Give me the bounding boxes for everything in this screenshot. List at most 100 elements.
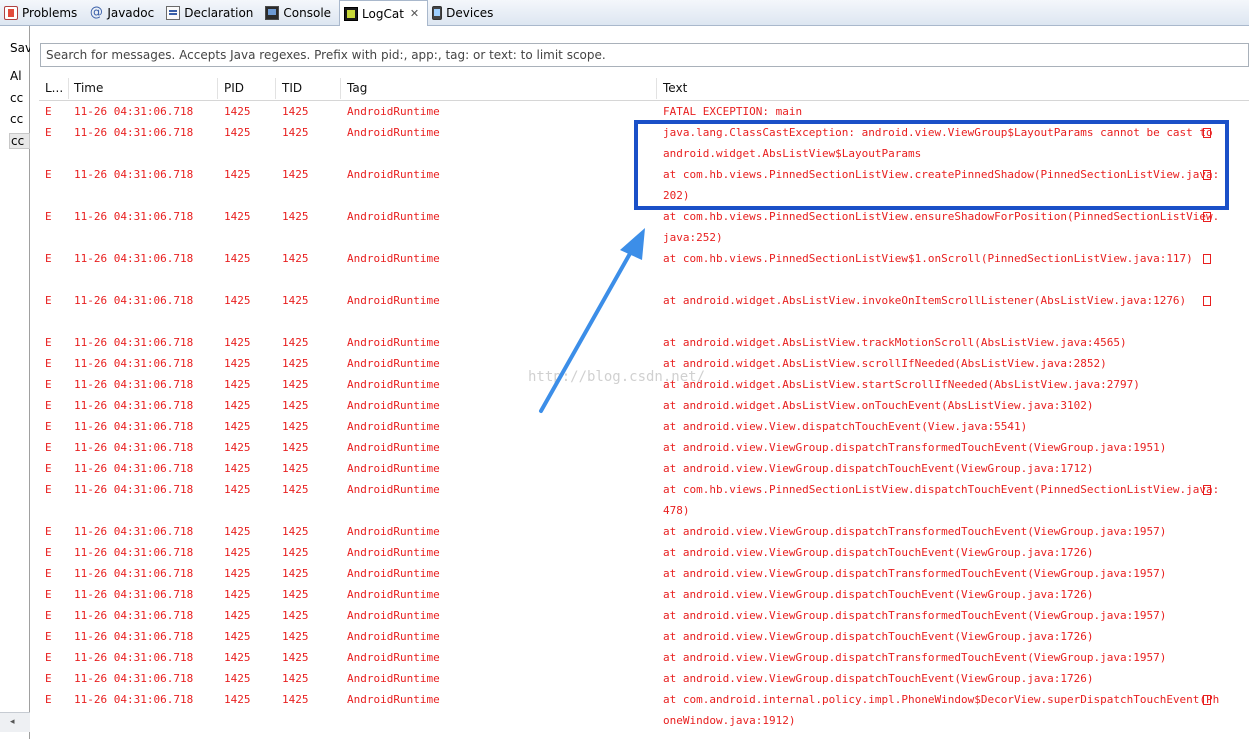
tab-console[interactable]: Console xyxy=(261,0,339,25)
tab-logcat[interactable]: LogCat ✕ xyxy=(339,0,429,26)
log-text: at com.hb.views.PinnedSectionListView.di… xyxy=(663,483,1220,517)
log-text: at android.view.ViewGroup.dispatchTransf… xyxy=(663,567,1167,580)
table-header: L... Time PID TID Tag Text xyxy=(39,78,1249,101)
column-header-pid[interactable]: PID xyxy=(218,78,276,99)
column-header-tag[interactable]: Tag xyxy=(341,78,657,99)
log-tid: 1425 xyxy=(282,399,309,412)
filter-item[interactable]: cc xyxy=(10,91,30,105)
table-row[interactable]: E 11-26 04:31:06.718 1425 1425 AndroidRuntim… xyxy=(39,689,1249,731)
log-tag: AndroidRuntime xyxy=(347,525,440,538)
table-row[interactable]: E 11-26 04:31:06.718 1425 1425 AndroidRuntim… xyxy=(39,374,1249,395)
line-wrap-icon xyxy=(1203,248,1211,264)
log-tid: 1425 xyxy=(282,420,309,433)
table-row[interactable]: E 11-26 04:31:06.718 1425 1425 AndroidRuntim… xyxy=(39,395,1249,416)
table-row[interactable]: E 11-26 04:31:06.718 1425 1425 AndroidRuntim… xyxy=(39,542,1249,563)
close-icon[interactable]: ✕ xyxy=(410,7,419,20)
tab-devices[interactable]: Devices xyxy=(428,0,501,25)
filter-item-all[interactable]: Al xyxy=(10,69,30,83)
log-tid: 1425 xyxy=(282,462,309,475)
tab-javadoc[interactable]: @ Javadoc xyxy=(85,0,162,25)
table-row[interactable]: E 11-26 04:31:06.718 1425 1425 AndroidRuntim… xyxy=(39,122,1249,164)
table-row[interactable]: E 11-26 04:31:06.718 1425 1425 AndroidRuntim… xyxy=(39,437,1249,458)
tab-label: Declaration xyxy=(184,5,254,20)
table-row[interactable]: E 11-26 04:31:06.718 1425 1425 AndroidRuntim… xyxy=(39,101,1249,122)
log-level: E xyxy=(45,210,52,223)
table-row[interactable]: E 11-26 04:31:06.718 1425 1425 AndroidRuntim… xyxy=(39,647,1249,668)
log-time: 11-26 04:31:06.718 xyxy=(74,693,194,706)
column-header-level[interactable]: L... xyxy=(39,78,69,99)
log-tid: 1425 xyxy=(282,546,309,559)
log-text: at android.view.ViewGroup.dispatchTouchE… xyxy=(663,630,1094,643)
table-row[interactable]: E 11-26 04:31:06.718 1425 1425 AndroidRuntim… xyxy=(39,479,1249,521)
log-text: at android.view.ViewGroup.dispatchTransf… xyxy=(663,609,1167,622)
log-tag: AndroidRuntime xyxy=(347,462,440,475)
column-header-time[interactable]: Time xyxy=(68,78,218,99)
table-row[interactable]: E 11-26 04:31:06.718 1425 1425 AndroidRuntim… xyxy=(39,458,1249,479)
log-level: E xyxy=(45,651,52,664)
log-tid: 1425 xyxy=(282,210,309,223)
filter-item-selected[interactable]: cc xyxy=(9,133,30,149)
log-text: at android.widget.AbsListView.scrollIfNe… xyxy=(663,357,1107,370)
search-input[interactable] xyxy=(40,43,1249,67)
log-pid: 1425 xyxy=(224,693,251,706)
log-level: E xyxy=(45,462,52,475)
log-pid: 1425 xyxy=(224,168,251,181)
log-pid: 1425 xyxy=(224,105,251,118)
log-tid: 1425 xyxy=(282,378,309,391)
log-text: at android.widget.AbsListView.trackMotio… xyxy=(663,336,1127,349)
table-row[interactable]: E 11-26 04:31:06.718 1425 1425 AndroidRuntim… xyxy=(39,332,1249,353)
problems-icon xyxy=(4,5,18,20)
log-tag: AndroidRuntime xyxy=(347,420,440,433)
filter-item[interactable]: cc xyxy=(10,112,30,126)
log-tag: AndroidRuntime xyxy=(347,672,440,685)
log-text: at android.view.ViewGroup.dispatchTransf… xyxy=(663,525,1167,538)
log-text: at com.hb.views.PinnedSectionListView.cr… xyxy=(663,168,1220,202)
log-text: at android.view.ViewGroup.dispatchTouchE… xyxy=(663,672,1094,685)
table-row[interactable]: E 11-26 04:31:06.718 1425 1425 AndroidRuntim… xyxy=(39,584,1249,605)
log-level: E xyxy=(45,399,52,412)
tab-declaration[interactable]: Declaration xyxy=(162,0,261,25)
log-tag: AndroidRuntime xyxy=(347,588,440,601)
log-time: 11-26 04:31:06.718 xyxy=(74,357,194,370)
log-text: at android.view.ViewGroup.dispatchTouchE… xyxy=(663,546,1094,559)
table-row[interactable]: E 11-26 04:31:06.718 1425 1425 AndroidRuntim… xyxy=(39,290,1249,332)
log-time: 11-26 04:31:06.718 xyxy=(74,378,194,391)
scroll-left-icon[interactable]: ◂ xyxy=(10,717,15,727)
log-level: E xyxy=(45,420,52,433)
table-row[interactable]: E 11-26 04:31:06.718 1425 1425 AndroidRuntim… xyxy=(39,206,1249,248)
log-level: E xyxy=(45,630,52,643)
table-row[interactable]: E 11-26 04:31:06.718 1425 1425 AndroidRuntim… xyxy=(39,248,1249,290)
line-wrap-icon xyxy=(1203,206,1211,222)
table-row[interactable]: E 11-26 04:31:06.718 1425 1425 AndroidRuntim… xyxy=(39,563,1249,584)
log-text: at android.view.ViewGroup.dispatchTouchE… xyxy=(663,462,1094,475)
log-tid: 1425 xyxy=(282,105,309,118)
log-pid: 1425 xyxy=(224,672,251,685)
log-text: at com.android.internal.policy.impl.Phon… xyxy=(663,693,1220,727)
log-tid: 1425 xyxy=(282,609,309,622)
tab-label: Javadoc xyxy=(107,5,155,20)
saved-filters-header: Sav xyxy=(10,41,30,55)
table-row[interactable]: E 11-26 04:31:06.718 1425 1425 AndroidRuntim… xyxy=(39,626,1249,647)
column-header-tid[interactable]: TID xyxy=(276,78,341,99)
log-tid: 1425 xyxy=(282,651,309,664)
log-pid: 1425 xyxy=(224,357,251,370)
horizontal-scrollbar[interactable]: ◂ xyxy=(0,712,30,732)
log-tag: AndroidRuntime xyxy=(347,126,440,139)
log-tag: AndroidRuntime xyxy=(347,567,440,580)
table-row[interactable]: E 11-26 04:31:06.718 1425 1425 AndroidRuntim… xyxy=(39,521,1249,542)
table-row[interactable]: E 11-26 04:31:06.718 1425 1425 AndroidRuntim… xyxy=(39,668,1249,689)
log-text: at android.view.ViewGroup.dispatchTransf… xyxy=(663,441,1167,454)
table-row[interactable]: E 11-26 04:31:06.718 1425 1425 AndroidRuntim… xyxy=(39,164,1249,206)
column-header-text[interactable]: Text xyxy=(657,78,1249,99)
table-row[interactable]: E 11-26 04:31:06.718 1425 1425 AndroidRuntim… xyxy=(39,353,1249,374)
log-text: at android.widget.AbsListView.onTouchEve… xyxy=(663,399,1094,412)
log-tag: AndroidRuntime xyxy=(347,336,440,349)
tab-problems[interactable]: Problems xyxy=(0,0,85,25)
log-level: E xyxy=(45,483,52,496)
line-wrap-icon xyxy=(1203,479,1211,495)
log-tag: AndroidRuntime xyxy=(347,483,440,496)
log-time: 11-26 04:31:06.718 xyxy=(74,126,194,139)
table-row[interactable]: E 11-26 04:31:06.718 1425 1425 AndroidRuntim… xyxy=(39,605,1249,626)
log-text: java.lang.ClassCastException: android.vi… xyxy=(663,126,1213,160)
table-row[interactable]: E 11-26 04:31:06.718 1425 1425 AndroidRuntim… xyxy=(39,416,1249,437)
